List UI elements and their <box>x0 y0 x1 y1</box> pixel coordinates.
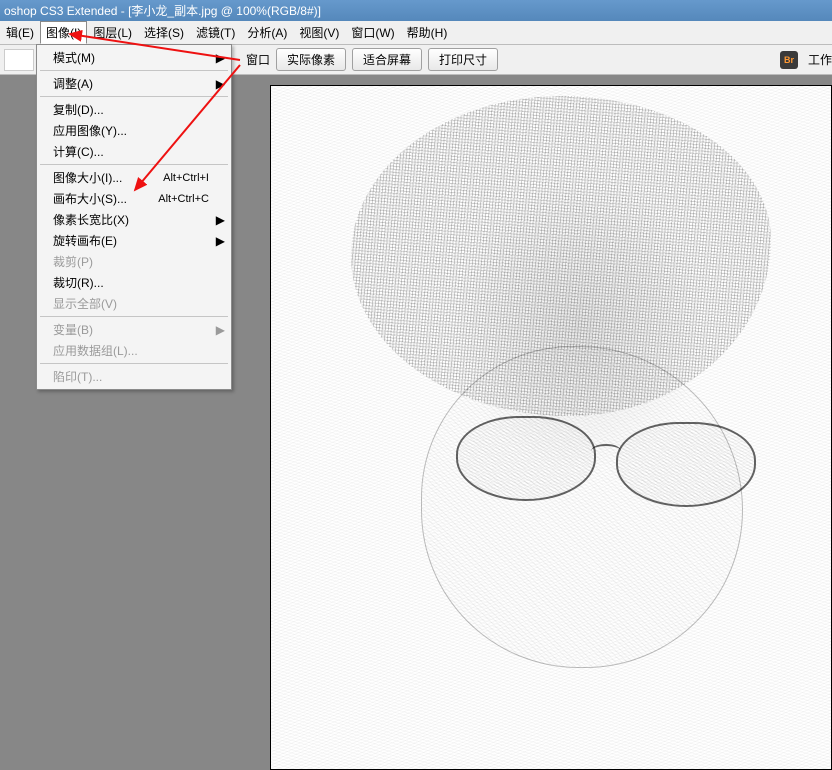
actual-pixels-button[interactable]: 实际像素 <box>276 48 346 71</box>
menu-item-label: 应用图像(Y)... <box>53 122 209 139</box>
document-canvas[interactable] <box>270 85 832 770</box>
menu-item-mode[interactable]: 模式(M) ▶ <box>39 47 229 68</box>
menu-item-accel: Alt+Ctrl+C <box>158 193 209 205</box>
menu-item-apply-image[interactable]: 应用图像(Y)... <box>39 120 229 141</box>
fit-screen-button[interactable]: 适合屏幕 <box>352 48 422 71</box>
submenu-arrow-icon: ▶ <box>216 77 225 91</box>
menu-item-pixel-aspect[interactable]: 像素长宽比(X) ▶ <box>39 209 229 230</box>
menu-item-label: 陷印(T)... <box>53 368 209 385</box>
print-size-button[interactable]: 打印尺寸 <box>428 48 498 71</box>
tool-preset-icon[interactable] <box>4 49 34 71</box>
menu-item-calculations[interactable]: 计算(C)... <box>39 141 229 162</box>
menu-item-label: 应用数据组(L)... <box>53 342 209 359</box>
menu-item-label: 图像大小(I)... <box>53 169 163 186</box>
menu-item-label: 计算(C)... <box>53 143 209 160</box>
menu-item-adjustments[interactable]: 调整(A) ▶ <box>39 73 229 94</box>
menu-filter[interactable]: 滤镜(T) <box>190 21 241 44</box>
menu-layer[interactable]: 图层(L) <box>87 21 138 44</box>
menu-item-crop: 裁剪(P) <box>39 251 229 272</box>
menu-edit[interactable]: 辑(E) <box>0 21 40 44</box>
menu-item-reveal-all: 显示全部(V) <box>39 293 229 314</box>
menu-item-label: 显示全部(V) <box>53 295 209 312</box>
menu-item-image-size[interactable]: 图像大小(I)... Alt+Ctrl+I <box>39 167 229 188</box>
menu-item-label: 调整(A) <box>53 75 209 92</box>
workspace-label[interactable]: 工作 <box>808 51 832 68</box>
menu-item-label: 变量(B) <box>53 321 209 338</box>
menu-analysis[interactable]: 分析(A) <box>241 21 293 44</box>
menu-select[interactable]: 选择(S) <box>138 21 190 44</box>
menu-item-label: 复制(D)... <box>53 101 209 118</box>
menu-window[interactable]: 窗口(W) <box>345 21 400 44</box>
menu-help[interactable]: 帮助(H) <box>401 21 454 44</box>
window-title: oshop CS3 Extended - [李小龙_副本.jpg @ 100%(… <box>4 2 321 19</box>
menu-item-accel: Alt+Ctrl+I <box>163 172 209 184</box>
image-menu-dropdown: 模式(M) ▶ 调整(A) ▶ 复制(D)... 应用图像(Y)... 计算(C… <box>36 44 232 390</box>
menu-item-label: 模式(M) <box>53 49 209 66</box>
menu-item-trim[interactable]: 裁切(R)... <box>39 272 229 293</box>
image-content <box>271 86 831 769</box>
menu-item-label: 裁剪(P) <box>53 253 209 270</box>
menu-item-variables: 变量(B) ▶ <box>39 319 229 340</box>
submenu-arrow-icon: ▶ <box>216 213 225 227</box>
menu-item-label: 裁切(R)... <box>53 274 209 291</box>
toolbar-window-label: 窗口 <box>246 51 270 68</box>
bridge-icon[interactable]: Br <box>780 51 798 69</box>
sketch-glasses <box>456 416 756 506</box>
menubar: 辑(E) 图像(I) 图层(L) 选择(S) 滤镜(T) 分析(A) 视图(V)… <box>0 21 832 45</box>
window-titlebar: oshop CS3 Extended - [李小龙_副本.jpg @ 100%(… <box>0 0 832 21</box>
menu-item-trap: 陷印(T)... <box>39 366 229 387</box>
menu-item-rotate-canvas[interactable]: 旋转画布(E) ▶ <box>39 230 229 251</box>
submenu-arrow-icon: ▶ <box>216 234 225 248</box>
menu-view[interactable]: 视图(V) <box>293 21 345 44</box>
menu-item-apply-dataset: 应用数据组(L)... <box>39 340 229 361</box>
submenu-arrow-icon: ▶ <box>216 51 225 65</box>
menu-item-label: 画布大小(S)... <box>53 190 158 207</box>
menu-image[interactable]: 图像(I) <box>40 21 87 44</box>
submenu-arrow-icon: ▶ <box>216 323 225 337</box>
menu-item-duplicate[interactable]: 复制(D)... <box>39 99 229 120</box>
menu-item-canvas-size[interactable]: 画布大小(S)... Alt+Ctrl+C <box>39 188 229 209</box>
menu-item-label: 像素长宽比(X) <box>53 211 209 228</box>
menu-item-label: 旋转画布(E) <box>53 232 209 249</box>
